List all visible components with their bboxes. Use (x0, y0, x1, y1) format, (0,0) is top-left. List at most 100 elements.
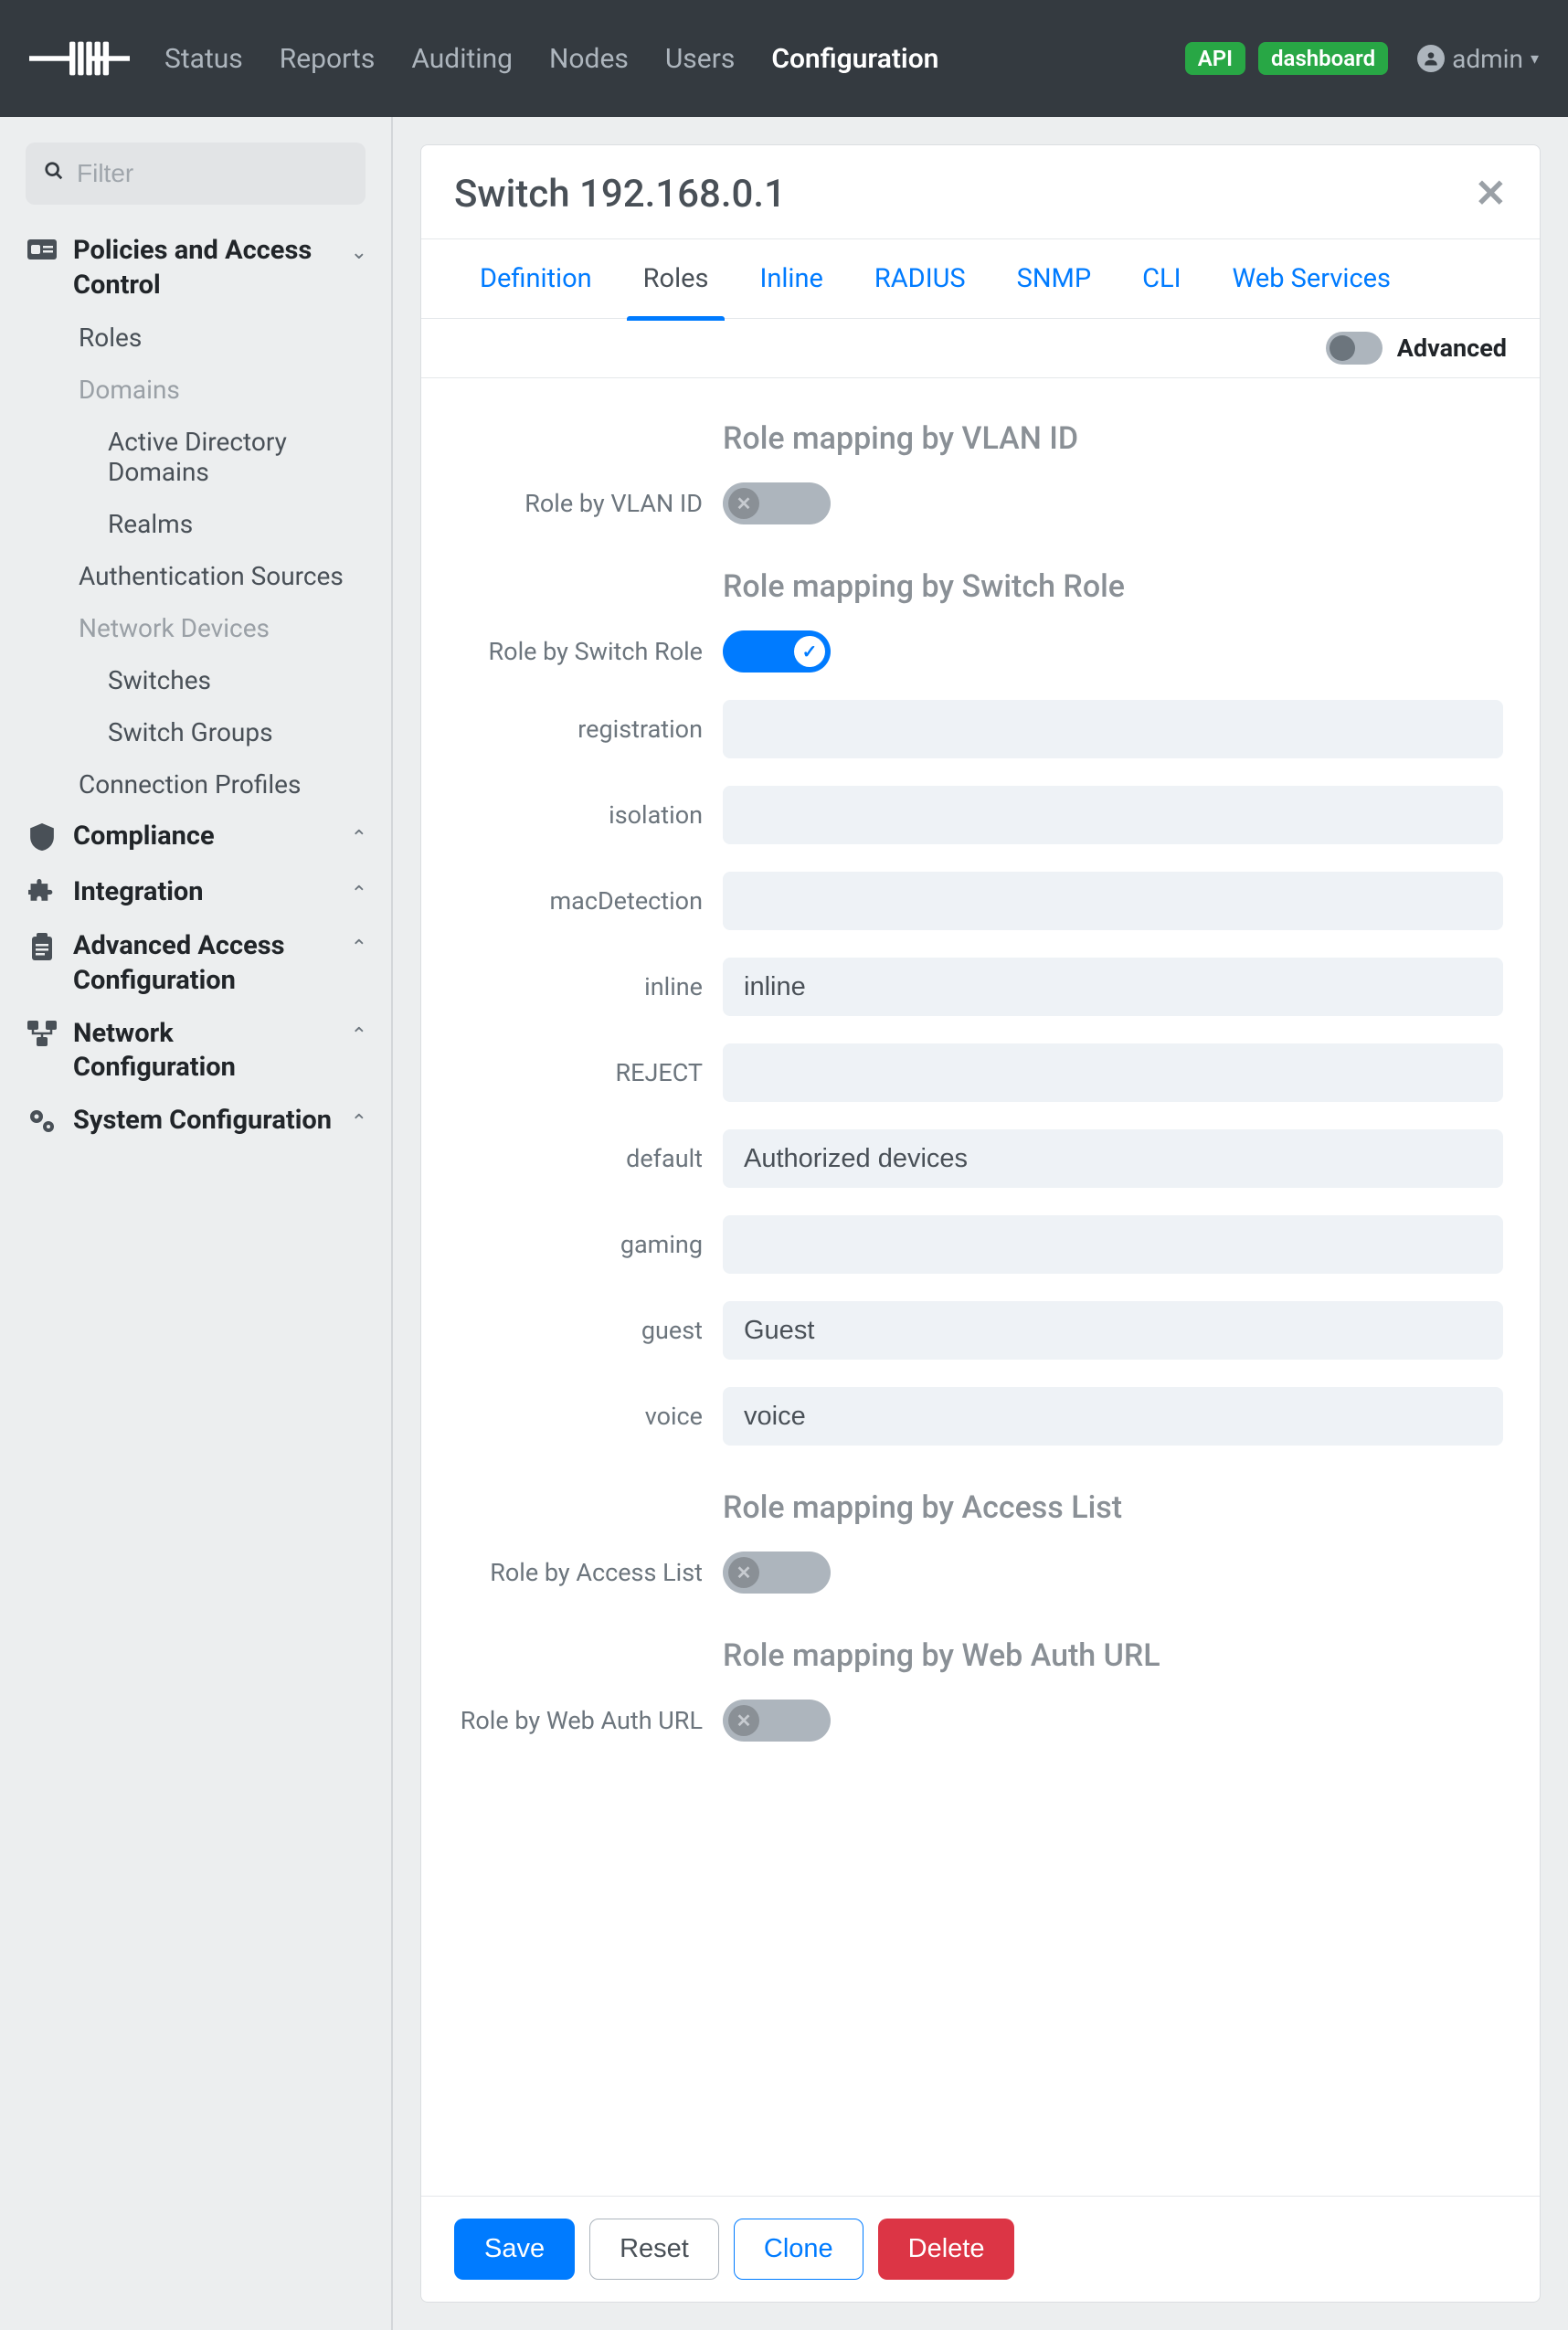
card-footer: Save Reset Clone Delete (421, 2196, 1540, 2302)
delete-button[interactable]: Delete (878, 2219, 1015, 2280)
sidebar-item-connection-profiles[interactable]: Connection Profiles (79, 758, 376, 810)
sidebar-section-integration[interactable]: Integration ⌃ (15, 866, 376, 920)
toggle-role-by-web-auth[interactable]: ✕ (723, 1700, 831, 1742)
label-reject: REJECT (458, 1058, 723, 1087)
sidebar-section-compliance[interactable]: Compliance ⌃ (15, 810, 376, 866)
toggle-role-by-access-list[interactable]: ✕ (723, 1552, 831, 1594)
toggle-role-by-vlan[interactable]: ✕ (723, 482, 831, 524)
input-gaming[interactable] (723, 1215, 1503, 1274)
advanced-label: Advanced (1397, 334, 1507, 363)
nav-nodes[interactable]: Nodes (540, 34, 638, 84)
label-isolation: isolation (458, 800, 723, 830)
search-icon (44, 161, 64, 186)
advanced-toggle[interactable] (1326, 332, 1383, 365)
sidebar-policies-label: Policies and Access Control (73, 234, 338, 302)
label-role-by-web-auth: Role by Web Auth URL (458, 1706, 723, 1735)
sidebar-section-network-config[interactable]: Network Configuration ⌃ (15, 1008, 376, 1095)
save-button[interactable]: Save (454, 2219, 575, 2280)
sidebar-group-network-devices: Network Devices (79, 602, 376, 654)
chevron-down-icon: ⌄ (351, 234, 367, 264)
dashboard-badge[interactable]: dashboard (1258, 42, 1388, 75)
sidebar-item-roles[interactable]: Roles (79, 312, 376, 364)
sidebar-group-domains: Domains (79, 364, 376, 416)
nav-auditing[interactable]: Auditing (402, 34, 522, 84)
user-menu[interactable]: admin ▾ (1417, 44, 1539, 74)
nav-configuration[interactable]: Configuration (762, 34, 948, 84)
tab-inline[interactable]: Inline (734, 238, 848, 320)
section-switch-role-title: Role mapping by Switch Role (458, 552, 1503, 630)
label-default: default (458, 1144, 723, 1173)
toggle-role-by-switch-role[interactable]: ✓ (723, 630, 831, 673)
tab-snmp[interactable]: SNMP (991, 238, 1118, 320)
tab-definition[interactable]: Definition (454, 238, 618, 320)
close-icon[interactable]: ✕ (1475, 171, 1507, 217)
sidebar-item-auth-sources[interactable]: Authentication Sources (79, 550, 376, 602)
tab-cli[interactable]: CLI (1117, 238, 1206, 320)
user-name: admin (1452, 44, 1523, 74)
content-area: Switch 192.168.0.1 ✕ Definition Roles In… (393, 117, 1568, 2330)
form-area: Role mapping by VLAN ID Role by VLAN ID … (421, 378, 1540, 2196)
app-logo (29, 36, 130, 81)
api-badge[interactable]: API (1185, 42, 1245, 75)
clone-button[interactable]: Clone (734, 2219, 863, 2280)
sidebar-advanced-access-label: Advanced Access Configuration (73, 929, 338, 998)
sidebar-compliance-label: Compliance (73, 820, 338, 854)
id-card-icon (24, 238, 60, 268)
sidebar-network-config-label: Network Configuration (73, 1017, 338, 1086)
user-icon (1417, 45, 1445, 72)
chevron-up-icon: ⌃ (351, 1017, 367, 1047)
sidebar-item-realms[interactable]: Realms (108, 498, 376, 550)
section-vlan-title: Role mapping by VLAN ID (458, 404, 1503, 482)
input-isolation[interactable] (723, 786, 1503, 844)
label-gaming: gaming (458, 1230, 723, 1259)
sidebar-integration-label: Integration (73, 875, 338, 910)
nav-right: API dashboard admin ▾ (1185, 42, 1539, 75)
sidebar-section-advanced-access[interactable]: Advanced Access Configuration ⌃ (15, 920, 376, 1007)
tab-radius[interactable]: RADIUS (849, 238, 991, 320)
gears-icon (24, 1107, 60, 1141)
nav-links: Status Reports Auditing Nodes Users Conf… (155, 34, 948, 84)
nav-reports[interactable]: Reports (270, 34, 385, 84)
chevron-up-icon: ⌃ (351, 929, 367, 959)
card-title: Switch 192.168.0.1 (454, 172, 786, 217)
sidebar-item-active-directory[interactable]: Active Directory Domains (108, 416, 376, 498)
input-guest[interactable] (723, 1301, 1503, 1360)
input-reject[interactable] (723, 1043, 1503, 1102)
top-nav: Status Reports Auditing Nodes Users Conf… (0, 0, 1568, 117)
clipboard-icon (24, 933, 60, 969)
section-web-auth-title: Role mapping by Web Auth URL (458, 1621, 1503, 1700)
label-registration: registration (458, 715, 723, 744)
label-voice: voice (458, 1402, 723, 1431)
label-macdetection: macDetection (458, 886, 723, 916)
nav-status[interactable]: Status (155, 34, 252, 84)
tab-roles[interactable]: Roles (618, 238, 735, 320)
label-role-by-vlan: Role by VLAN ID (458, 489, 723, 518)
chevron-up-icon: ⌃ (351, 875, 367, 906)
sidebar-item-switches[interactable]: Switches (108, 654, 376, 706)
chevron-up-icon: ⌃ (351, 820, 367, 850)
input-inline[interactable] (723, 958, 1503, 1016)
network-icon (24, 1021, 60, 1053)
sidebar-system-config-label: System Configuration (73, 1104, 338, 1139)
sidebar: Policies and Access Control ⌄ Roles Doma… (0, 117, 393, 2330)
sidebar-section-policies[interactable]: Policies and Access Control ⌄ (15, 225, 376, 312)
filter-input[interactable] (26, 143, 366, 205)
input-macdetection[interactable] (723, 872, 1503, 930)
tab-row: Definition Roles Inline RADIUS SNMP CLI … (421, 238, 1540, 319)
input-default[interactable] (723, 1129, 1503, 1188)
label-guest: guest (458, 1316, 723, 1345)
tab-web-services[interactable]: Web Services (1207, 238, 1416, 320)
nav-users[interactable]: Users (656, 34, 745, 84)
puzzle-icon (24, 879, 60, 911)
input-registration[interactable] (723, 700, 1503, 758)
section-access-list-title: Role mapping by Access List (458, 1473, 1503, 1552)
input-voice[interactable] (723, 1387, 1503, 1446)
sidebar-section-system-config[interactable]: System Configuration ⌃ (15, 1095, 376, 1150)
sidebar-item-switch-groups[interactable]: Switch Groups (108, 706, 376, 758)
label-inline: inline (458, 972, 723, 1001)
reset-button[interactable]: Reset (589, 2219, 719, 2280)
chevron-up-icon: ⌃ (351, 1104, 367, 1134)
advanced-row: Advanced (421, 319, 1540, 378)
card-header: Switch 192.168.0.1 ✕ (421, 145, 1540, 238)
label-role-by-access-list: Role by Access List (458, 1558, 723, 1587)
